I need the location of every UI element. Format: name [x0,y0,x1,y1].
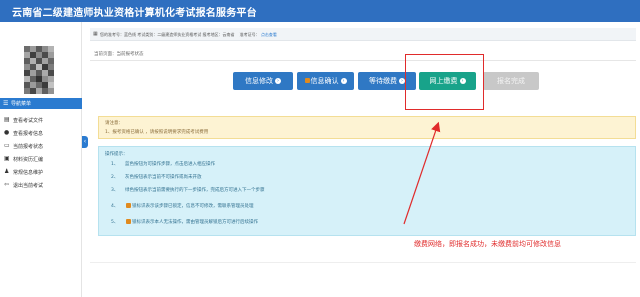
annotation-arrow [403,121,441,225]
annotation-text: 缴费网络，即报名成功，未缴费前均可修改信息 [414,240,561,248]
divider [90,262,636,263]
page-root: 云南省二级建造师执业资格计算机化考试报名服务平台 ☰ 导航菜单 ▤ 查看考试文件… [0,0,640,297]
